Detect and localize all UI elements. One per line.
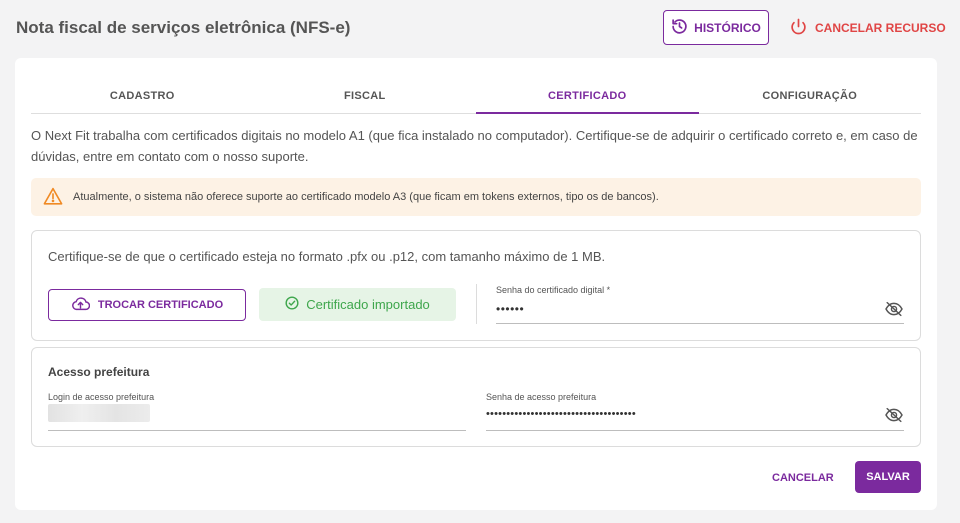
swap-certificate-button[interactable]: TROCAR CERTIFICADO [48,289,246,321]
cancel-resource-label: CANCELAR RECURSO [815,20,946,35]
certificate-password-underline [496,323,904,324]
prefeitura-login-value-redacted [48,404,150,422]
tab-configuracao[interactable]: CONFIGURAÇÃO [699,79,922,113]
intro-text: O Next Fit trabalha com certificados dig… [31,128,918,164]
certificate-panel: Certifique-se de que o certificado estej… [31,230,921,341]
history-label: HISTÓRICO [694,20,761,35]
prefeitura-panel: Acesso prefeitura Login de acesso prefei… [31,347,921,447]
cancel-button[interactable]: CANCELAR [772,463,834,493]
tab-certificado[interactable]: CERTIFICADO [476,79,699,114]
prefeitura-password-field[interactable]: Senha de acesso prefeitura •••••••••••••… [486,392,904,431]
prefeitura-password-label: Senha de acesso prefeitura [486,392,597,402]
tab-bar: CADASTRO FISCAL CERTIFICADO CONFIGURAÇÃO [31,79,921,114]
certificate-password-label: Senha do certificado digital * [496,285,611,295]
prefeitura-login-underline [48,430,466,431]
alert-text: Atualmente, o sistema não oferece suport… [73,191,659,203]
certificate-status-text: Certificado importado [306,297,430,312]
certificate-status-badge: Certificado importado [259,288,456,321]
prefeitura-login-label: Login de acesso prefeitura [48,392,155,402]
eye-off-icon[interactable] [884,407,904,428]
save-button[interactable]: SALVAR [855,461,921,493]
cancel-resource-button[interactable]: CANCELAR RECURSO [790,10,946,45]
a3-warning-alert: Atualmente, o sistema não oferece suport… [31,178,921,216]
cloud-upload-icon [71,296,91,314]
power-icon [790,18,807,38]
prefeitura-password-underline [486,430,904,431]
history-button[interactable]: HISTÓRICO [663,10,769,45]
tab-cadastro[interactable]: CADASTRO [31,79,254,113]
check-circle-icon [285,296,299,313]
certificate-password-field[interactable]: Senha do certificado digital * •••••• [496,285,904,324]
swap-certificate-label: TROCAR CERTIFICADO [97,299,224,311]
eye-off-icon[interactable] [884,301,904,322]
certificate-hint: Certifique-se de que o certificado estej… [48,249,606,264]
prefeitura-login-field[interactable]: Login de acesso prefeitura [48,392,466,431]
tab-fiscal[interactable]: FISCAL [254,79,477,113]
history-icon [671,18,688,38]
warning-icon [43,187,63,208]
divider [476,284,477,324]
prefeitura-title: Acesso prefeitura [48,365,150,379]
page-title: Nota fiscal de serviços eletrônica (NFS-… [16,18,351,37]
nfse-card: CADASTRO FISCAL CERTIFICADO CONFIGURAÇÃO… [15,58,937,510]
certificate-password-value: •••••• [496,302,525,316]
prefeitura-password-value: ••••••••••••••••••••••••••••••••••••• [486,408,636,420]
